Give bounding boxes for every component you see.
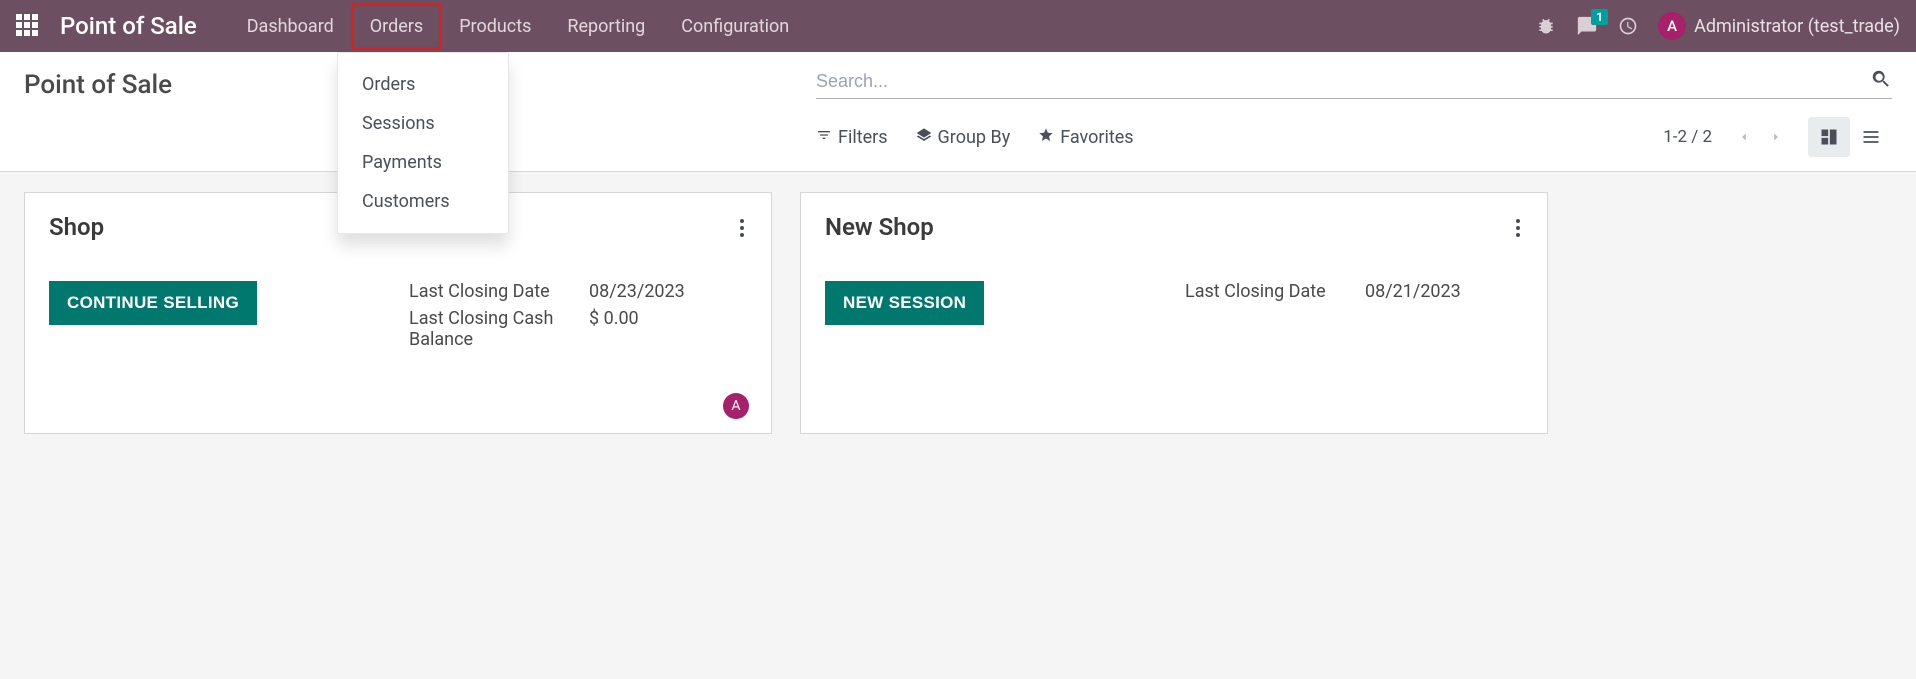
dropdown-item-customers[interactable]: Customers: [338, 182, 508, 221]
activity-clock-icon[interactable]: [1618, 16, 1638, 36]
pos-card-new-shop: New Shop NEW SESSION Last Closing Date 0…: [800, 192, 1548, 434]
info-value: 08/21/2023: [1365, 281, 1523, 302]
kanban-area: Shop CONTINUE SELLING Last Closing Date …: [0, 172, 1916, 454]
search-bar: [816, 64, 1892, 99]
groupby-button[interactable]: Group By: [916, 127, 1011, 148]
dropdown-item-sessions[interactable]: Sessions: [338, 104, 508, 143]
continue-selling-button[interactable]: CONTINUE SELLING: [49, 281, 257, 325]
star-icon: [1038, 127, 1054, 148]
apps-grid-icon[interactable]: [16, 14, 40, 38]
pager-prev[interactable]: [1732, 125, 1756, 149]
pager-next[interactable]: [1764, 125, 1788, 149]
pager-text[interactable]: 1-2 / 2: [1663, 127, 1712, 147]
filters-button[interactable]: Filters: [816, 127, 888, 148]
search-input[interactable]: [816, 71, 1870, 92]
user-label: Administrator (test_trade): [1694, 16, 1900, 37]
card-avatar[interactable]: A: [723, 393, 749, 419]
search-icon[interactable]: [1870, 68, 1892, 94]
view-kanban[interactable]: [1808, 117, 1850, 157]
info-label: Last Closing Cash Balance: [409, 308, 579, 350]
info-value: 08/23/2023: [589, 281, 747, 302]
top-navbar: Point of Sale Dashboard Orders Products …: [0, 0, 1916, 52]
info-label: Last Closing Date: [409, 281, 579, 302]
avatar: A: [1658, 12, 1686, 40]
card-menu-icon[interactable]: [1507, 211, 1529, 249]
funnel-icon: [816, 127, 832, 148]
nav-item-dashboard[interactable]: Dashboard: [229, 4, 352, 49]
groupby-label: Group By: [938, 127, 1011, 148]
card-title: New Shop: [825, 213, 1523, 241]
navbar-right: 1 A Administrator (test_trade): [1536, 12, 1900, 40]
nav-item-products[interactable]: Products: [441, 4, 549, 49]
debug-icon[interactable]: [1536, 16, 1556, 36]
view-list[interactable]: [1850, 117, 1892, 157]
nav-item-reporting[interactable]: Reporting: [549, 4, 663, 49]
dropdown-item-payments[interactable]: Payments: [338, 143, 508, 182]
messages-icon[interactable]: 1: [1576, 15, 1598, 37]
card-menu-icon[interactable]: [731, 211, 753, 249]
messages-badge: 1: [1591, 9, 1608, 25]
nav-item-configuration[interactable]: Configuration: [663, 4, 807, 49]
orders-dropdown: Orders Sessions Payments Customers: [337, 52, 509, 234]
nav-item-orders[interactable]: Orders: [352, 4, 441, 49]
new-session-button[interactable]: NEW SESSION: [825, 281, 984, 325]
app-brand[interactable]: Point of Sale: [60, 12, 197, 40]
primary-nav: Dashboard Orders Products Reporting Conf…: [229, 4, 808, 49]
control-panel: Point of Sale Filters Group By Fav: [0, 52, 1916, 172]
filters-label: Filters: [838, 127, 888, 148]
favorites-button[interactable]: Favorites: [1038, 127, 1133, 148]
info-value: $ 0.00: [589, 308, 747, 350]
dropdown-item-orders[interactable]: Orders: [338, 65, 508, 104]
user-menu[interactable]: A Administrator (test_trade): [1658, 12, 1900, 40]
layers-icon: [916, 127, 932, 148]
favorites-label: Favorites: [1060, 127, 1133, 148]
info-label: Last Closing Date: [1185, 281, 1355, 302]
